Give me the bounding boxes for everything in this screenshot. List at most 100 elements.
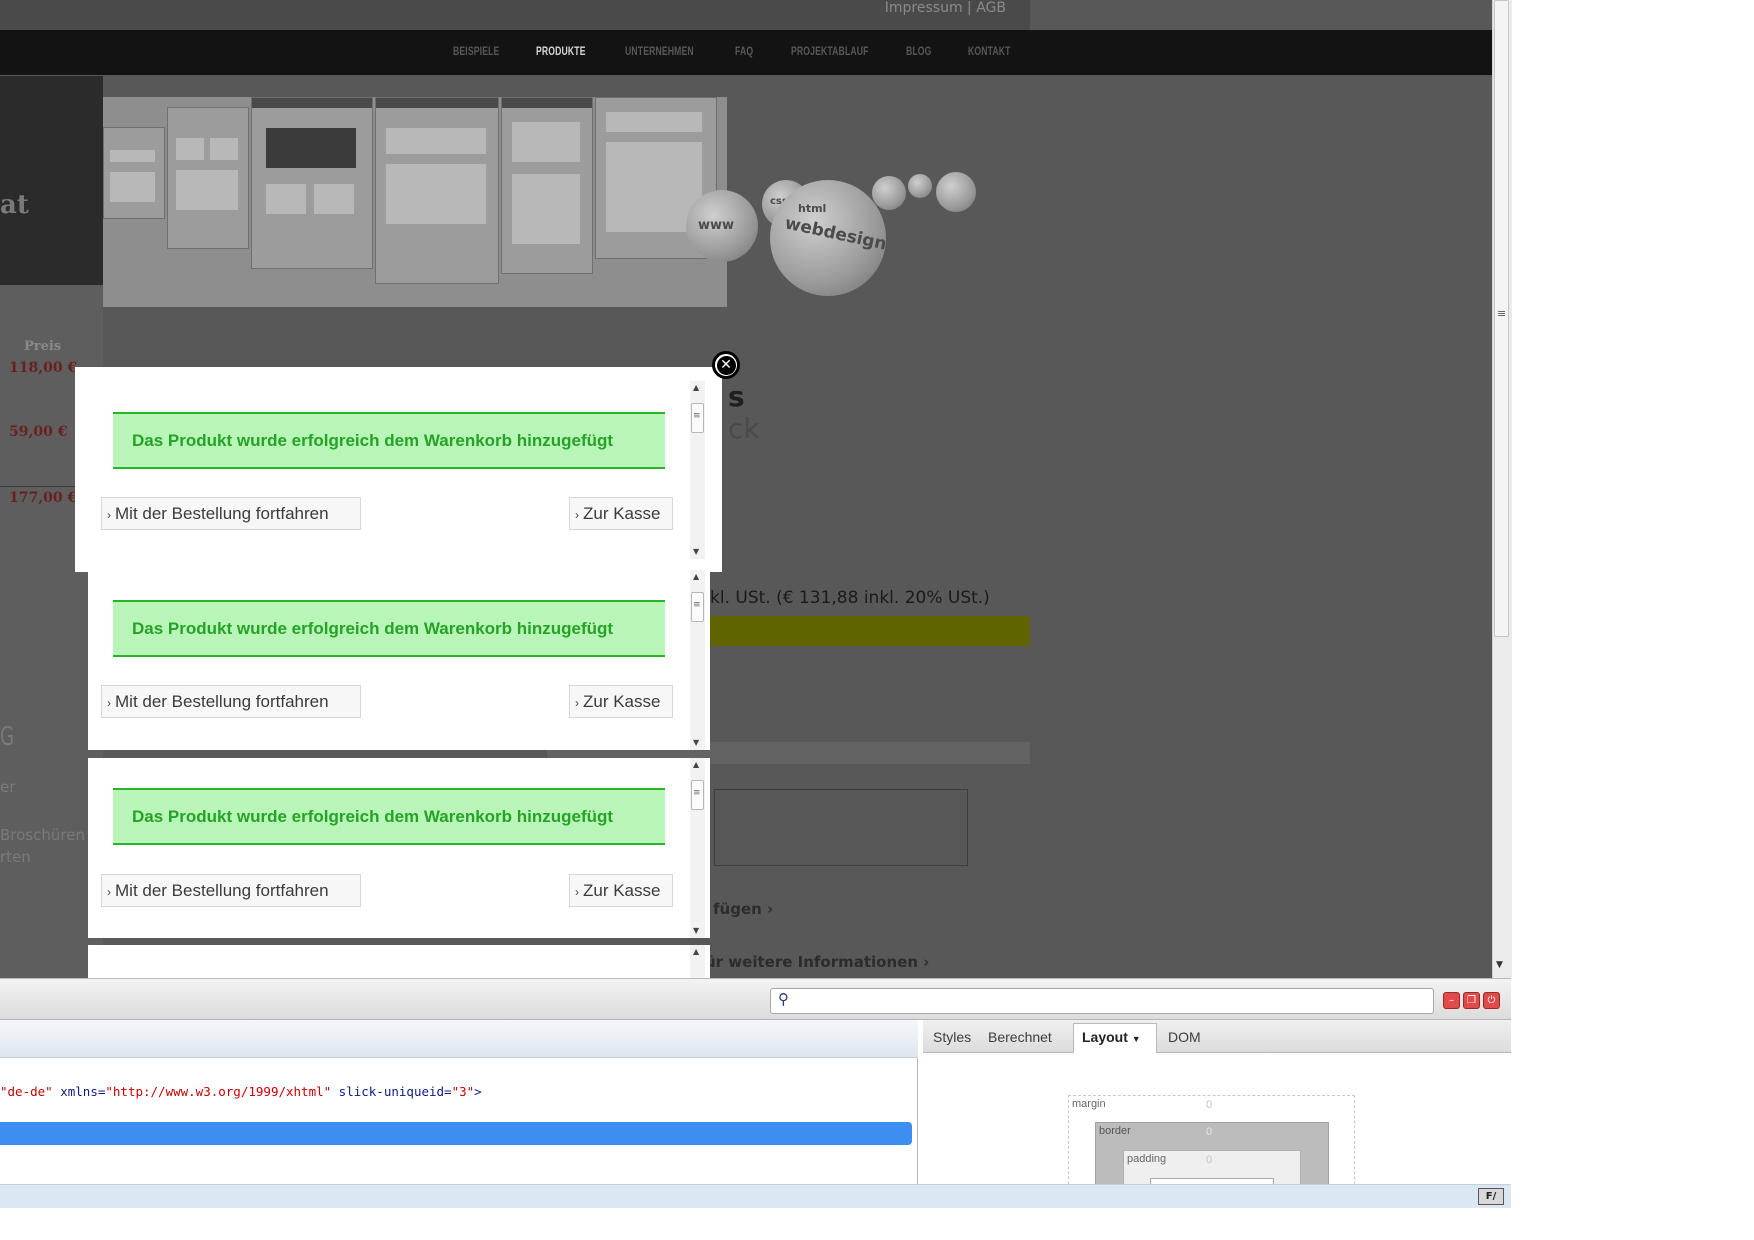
chevron-right-icon: › [107, 885, 111, 899]
info-link-fragment[interactable]: ür weitere Informationen › [705, 953, 929, 971]
grip-icon: ≡ [693, 411, 701, 421]
slick-attribute-value: "3" [451, 1084, 475, 1099]
scroll-up-arrow-icon[interactable]: ▲ [693, 947, 699, 956]
detach-icon[interactable]: ❐ [1463, 992, 1480, 1009]
cart-confirmation-dialog: Das Produkt wurde erfolgreich dem Warenk… [75, 367, 722, 572]
tab-layout[interactable]: Layout ▼ [1082, 1029, 1141, 1045]
lang-attribute-value: "de-de" [0, 1084, 53, 1099]
left-teaser [0, 76, 103, 286]
selected-node-row[interactable] [0, 1122, 912, 1145]
chevron-right-icon: › [575, 696, 579, 710]
main-navigation: BEISPIELE PRODUKTE UNTERNEHMEN FAQ PROJE… [0, 30, 1492, 75]
cart-confirmation-dialog: ▲ [88, 945, 710, 978]
top-links[interactable]: Impressum | AGB [885, 0, 1006, 16]
checkout-label: Zur Kasse [583, 692, 661, 711]
success-message: Das Produkt wurde erfolgreich dem Warenk… [113, 412, 665, 469]
power-close-icon[interactable]: ⏻ [1483, 992, 1500, 1009]
scroll-down-arrow-icon[interactable]: ▼ [693, 738, 699, 747]
scroll-down-arrow-icon[interactable]: ▼ [693, 547, 699, 556]
firebug-icon[interactable]: F/ [1478, 1188, 1504, 1205]
dialog-scrollbar[interactable]: ▲ ≡ ▼ [690, 758, 705, 938]
slick-attribute: slick-uniqueid= [331, 1084, 452, 1099]
scroll-up-arrow-icon[interactable]: ▲ [693, 760, 699, 769]
chevron-right-icon: › [107, 696, 111, 710]
scroll-down-arrow-icon[interactable]: ▼ [1496, 960, 1503, 970]
teaser-text-fragment: at [0, 190, 29, 220]
blank-area [0, 1208, 1754, 1240]
tag-close: > [474, 1084, 482, 1099]
margin-value: 0 [1206, 1099, 1213, 1111]
dialog-scrollbar[interactable]: ▲ [690, 945, 705, 978]
dialog-scrollbar[interactable]: ▲ ≡ ▼ [690, 381, 705, 559]
sphere-word: www [698, 218, 735, 233]
tab-styles[interactable]: Styles [933, 1029, 971, 1045]
grip-icon: ≡ [1497, 307, 1507, 320]
checkout-button[interactable]: › Zur Kasse [569, 685, 673, 718]
padding-label: padding [1127, 1153, 1167, 1165]
sidebar-link-fragment[interactable]: rten [0, 848, 31, 866]
tab-dom[interactable]: DOM [1168, 1029, 1201, 1045]
banner-thumbnail [501, 97, 593, 274]
tab-layout-label: Layout [1082, 1029, 1128, 1045]
price-value: 118,00 € [9, 360, 78, 376]
scroll-up-arrow-icon[interactable]: ▲ [693, 572, 699, 581]
nav-item-blog[interactable]: BLOG [906, 44, 932, 58]
nav-item-faq[interactable]: FAQ [735, 44, 753, 58]
sidebar-heading-fragment: G [0, 722, 15, 752]
banner-sphere [872, 176, 906, 210]
nav-item-projektablauf[interactable]: PROJEKTABLAUF [791, 44, 869, 58]
chevron-right-icon: › [575, 508, 579, 522]
banner-thumbnail [251, 97, 373, 269]
search-icon: ⚲ [778, 990, 789, 1008]
scroll-up-arrow-icon[interactable]: ▲ [693, 383, 699, 392]
continue-order-label: Mit der Bestellung fortfahren [115, 881, 329, 900]
border-label: border [1099, 1125, 1131, 1137]
nav-item-unternehmen[interactable]: UNTERNEHMEN [625, 44, 694, 58]
minimize-icon[interactable]: – [1443, 992, 1460, 1009]
add-link-fragment[interactable]: fügen › [713, 900, 773, 918]
devtools-search-input[interactable] [770, 988, 1434, 1014]
checkout-label: Zur Kasse [583, 881, 661, 900]
price-label: Preis [24, 339, 62, 354]
close-dialog-button[interactable]: ✕ [712, 351, 740, 379]
dialog-scrollbar[interactable]: ▲ ≡ ▼ [690, 570, 705, 750]
cart-confirmation-dialog: Das Produkt wurde erfolgreich dem Warenk… [88, 758, 710, 938]
top-bar: Impressum | AGB [0, 0, 1030, 30]
banner-sphere [908, 174, 932, 198]
devtools-status-bar [0, 1184, 1511, 1208]
nav-item-produkte[interactable]: PRODUKTE [536, 44, 586, 58]
border-value: 0 [1206, 1126, 1213, 1138]
nav-item-kontakt[interactable]: KONTAKT [968, 44, 1011, 58]
chevron-right-icon: › [575, 885, 579, 899]
price-total: 177,00 € [9, 490, 78, 506]
banner-sphere: webdesign html [770, 180, 889, 296]
checkout-label: Zur Kasse [583, 504, 661, 523]
cart-confirmation-dialog: Das Produkt wurde erfolgreich dem Warenk… [88, 570, 710, 750]
continue-order-label: Mit der Bestellung fortfahren [115, 504, 329, 523]
scroll-down-arrow-icon[interactable]: ▼ [693, 926, 699, 935]
continue-order-button[interactable]: › Mit der Bestellung fortfahren [101, 497, 361, 530]
continue-order-label: Mit der Bestellung fortfahren [115, 692, 329, 711]
banner-thumbnail [375, 97, 499, 284]
sidebar-link-fragment[interactable]: Broschüren [0, 826, 85, 844]
success-message: Das Produkt wurde erfolgreich dem Warenk… [113, 600, 665, 657]
nav-item-beispiele[interactable]: BEISPIELE [453, 44, 499, 58]
continue-order-button[interactable]: › Mit der Bestellung fortfahren [101, 685, 361, 718]
checkout-button[interactable]: › Zur Kasse [569, 874, 673, 907]
checkout-button[interactable]: › Zur Kasse [569, 497, 673, 530]
xmlns-attribute-value: "http://www.w3.org/1999/xhtml" [105, 1084, 332, 1099]
sphere-word: html [798, 202, 827, 215]
product-title-fragment: s [728, 380, 745, 413]
chevron-right-icon: › [107, 508, 111, 522]
grip-icon: ≡ [693, 600, 701, 610]
html-source-line[interactable]: "de-de" xmlns="http://www.w3.org/1999/xh… [0, 1084, 482, 1099]
sphere-word: webdesign [783, 213, 889, 255]
add-to-cart-bar[interactable] [700, 616, 1030, 646]
banner-sphere [936, 172, 976, 212]
tab-berechnet[interactable]: Berechnet [988, 1029, 1052, 1045]
continue-order-button[interactable]: › Mit der Bestellung fortfahren [101, 874, 361, 907]
close-icon: ✕ [716, 355, 736, 375]
comment-textarea[interactable] [714, 789, 968, 866]
sidebar-text-fragment: er [0, 778, 16, 796]
success-message: Das Produkt wurde erfolgreich dem Warenk… [113, 788, 665, 845]
